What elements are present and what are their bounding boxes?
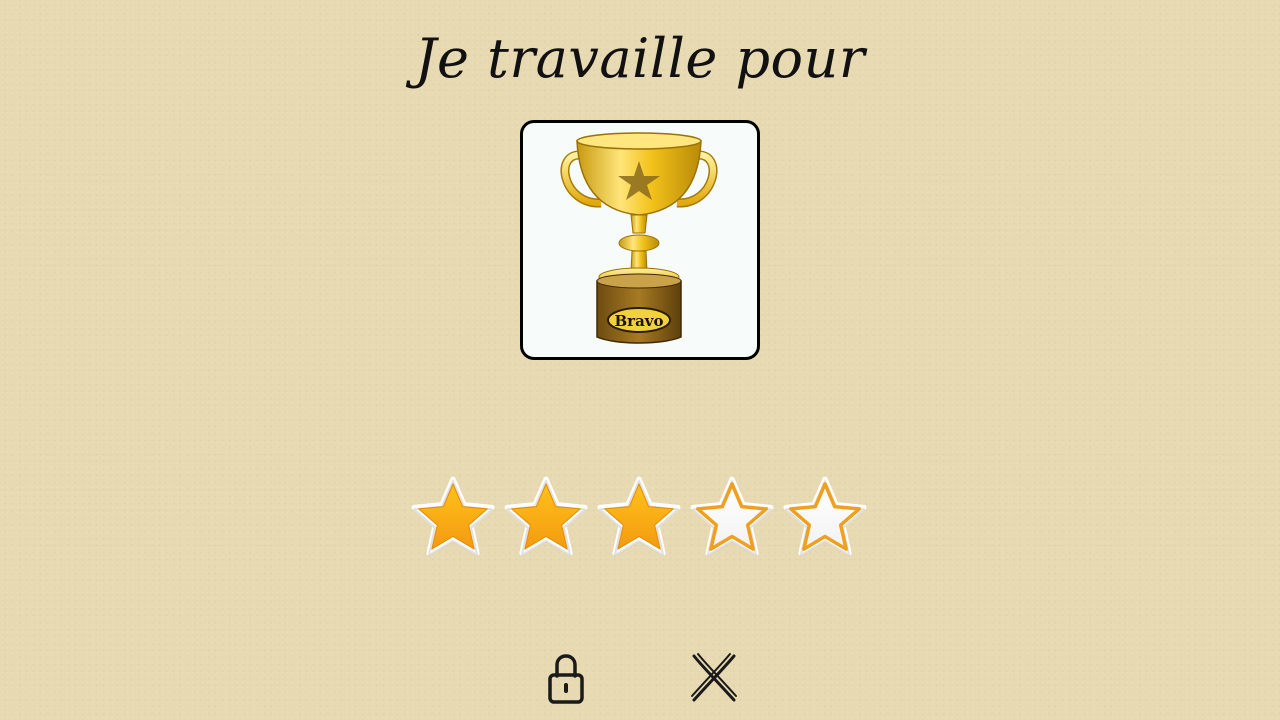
star-rating xyxy=(410,475,870,561)
close-icon xyxy=(691,653,737,702)
star-1-icon[interactable] xyxy=(410,475,496,561)
lock-button[interactable] xyxy=(536,648,596,708)
star-4-icon[interactable] xyxy=(689,475,775,561)
trophy-icon: Bravo xyxy=(560,132,718,344)
star-3-icon[interactable] xyxy=(596,475,682,561)
lock-icon xyxy=(548,654,584,704)
star-5-icon[interactable] xyxy=(782,475,868,561)
reward-label: Bravo xyxy=(614,312,663,330)
reward-card[interactable]: Bravo xyxy=(520,120,760,360)
page-title: Je travaille pour xyxy=(414,27,866,90)
star-2-icon[interactable] xyxy=(503,475,589,561)
close-button[interactable] xyxy=(684,648,744,708)
